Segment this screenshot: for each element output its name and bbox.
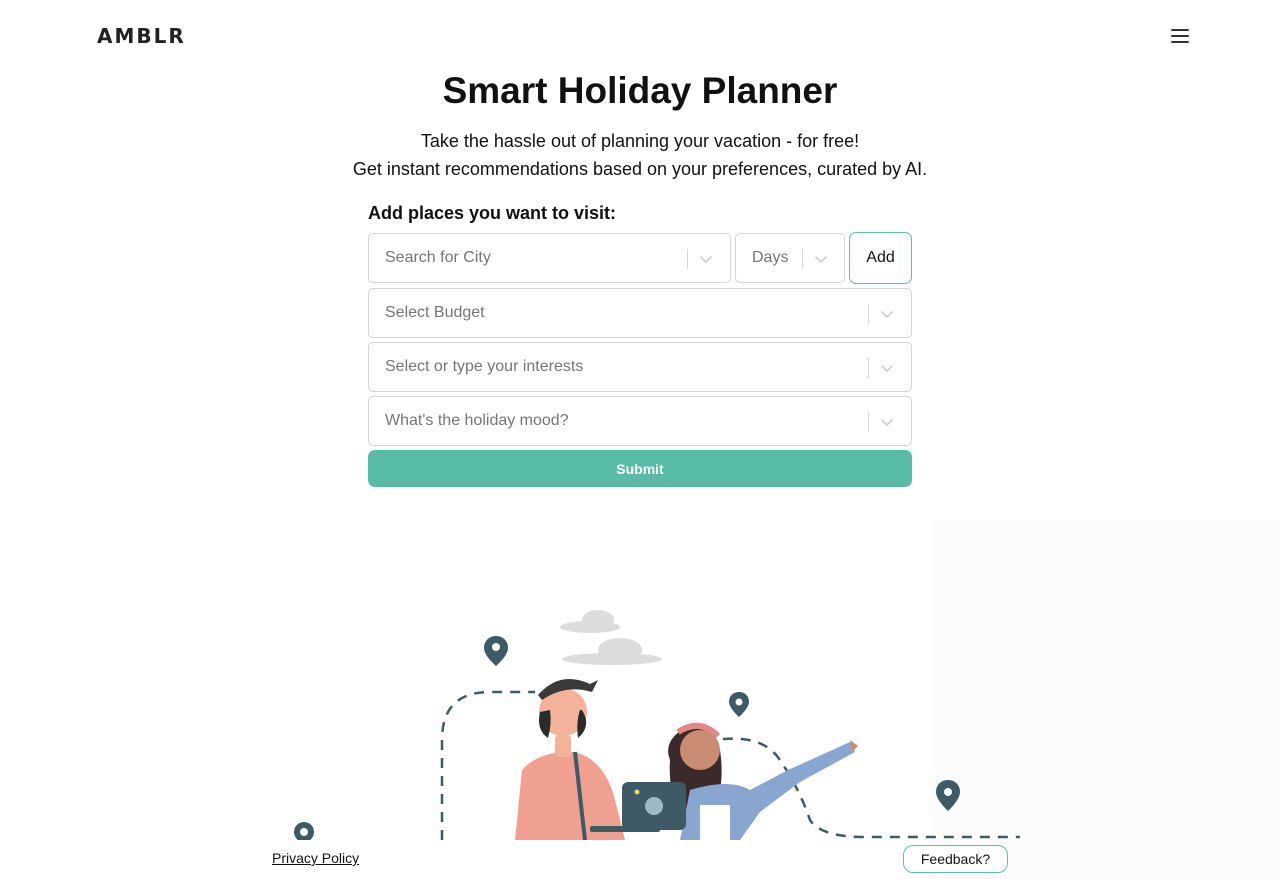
submit-button[interactable]: Submit — [368, 450, 912, 487]
travel-illustration — [294, 610, 1020, 840]
select-separator — [802, 249, 803, 269]
add-place-button[interactable]: Add — [849, 232, 912, 284]
holiday-mood-placeholder: What's the holiday mood? — [385, 412, 569, 429]
interests-placeholder: Select or type your interests — [385, 358, 584, 375]
city-search-select[interactable]: Search for City — [368, 233, 731, 283]
interests-select[interactable]: Select or type your interests — [368, 342, 912, 392]
select-separator — [868, 304, 869, 324]
days-placeholder: Days — [752, 249, 789, 266]
chevron-down-icon[interactable] — [877, 358, 897, 378]
select-separator — [868, 412, 869, 432]
chevron-down-icon[interactable] — [811, 249, 831, 269]
select-separator — [687, 249, 688, 269]
days-select[interactable]: Days — [735, 233, 845, 283]
select-separator — [868, 358, 869, 378]
chevron-down-icon[interactable] — [877, 304, 897, 324]
map-pin-icon — [484, 636, 508, 666]
privacy-policy-link[interactable]: Privacy Policy — [272, 850, 359, 866]
logo[interactable]: AMBLR — [97, 24, 186, 48]
hamburger-menu-icon[interactable] — [1168, 24, 1192, 48]
holiday-mood-select[interactable]: What's the holiday mood? — [368, 396, 912, 446]
page-title: Smart Holiday Planner — [442, 70, 838, 111]
cloud-icon — [560, 610, 620, 633]
budget-select[interactable]: Select Budget — [368, 288, 912, 338]
map-pin-icon — [294, 822, 314, 840]
subtitle-line-1: Take the hassle out of planning your vac… — [420, 131, 860, 151]
site-header: AMBLR — [0, 0, 1280, 72]
subtitle-line-2: Get instant recommendations based on you… — [352, 159, 928, 179]
cloud-icon — [562, 638, 662, 665]
map-pin-icon — [936, 780, 960, 811]
chevron-down-icon[interactable] — [696, 249, 716, 269]
map-pin-icon — [729, 692, 749, 717]
feedback-button[interactable]: Feedback? — [903, 845, 1008, 873]
chevron-down-icon[interactable] — [877, 412, 897, 432]
budget-placeholder: Select Budget — [385, 304, 485, 321]
city-search-placeholder: Search for City — [385, 249, 491, 266]
form-label: Add places you want to visit: — [368, 203, 617, 223]
